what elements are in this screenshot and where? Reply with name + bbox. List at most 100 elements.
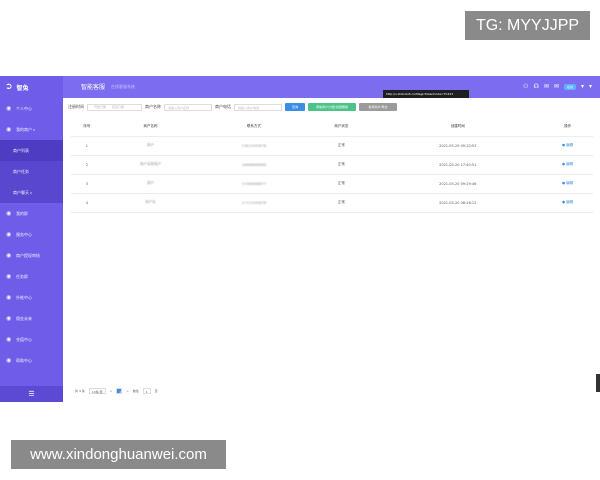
cell-no: 1	[71, 136, 103, 156]
table-header: 序号 商户名称 联系方式 商户状态 创建时间 操作	[71, 117, 593, 137]
phone-label: 商户电话	[215, 104, 231, 109]
export-button[interactable]: 新增商户/导出	[359, 103, 397, 111]
date-end: 结束日期	[112, 105, 125, 109]
batch-action-button[interactable]: 添加商户/分配/批量删除	[308, 103, 356, 111]
date-start: 开始日期	[94, 105, 107, 109]
status-badge[interactable]: 在线	[563, 83, 576, 90]
sidebar-item[interactable]: ◉ 帮助中心	[0, 350, 63, 371]
page-size-select[interactable]: 10条/页	[88, 388, 106, 394]
sidebar-item-label: 商户列表	[13, 147, 29, 153]
url-tooltip: http://s.zhikutu5.cn/MagicTokenCode=7C41…	[383, 90, 469, 98]
sidebar-item[interactable]: ◉ 我的群	[0, 203, 63, 224]
cell-contact: 13812345678	[198, 136, 310, 156]
cell-contact: 18888888888	[198, 155, 310, 175]
top-bar: 智能客服 在线客服系统 ⚇ ☊ ✉ ✉ 在线 ▾ ▾	[63, 76, 600, 98]
name-input[interactable]: 请输入商户名称	[164, 103, 212, 111]
total-count: 共 4 条	[75, 389, 85, 393]
sidebar-item[interactable]: ◉ 我的商户 0	[0, 119, 63, 140]
user-icon[interactable]: ⚇	[523, 83, 528, 90]
cell-time: 2021-05-20 08:26:12	[373, 193, 543, 213]
cell-name: 商户名	[102, 193, 199, 213]
cell-op[interactable]: ● 编辑	[542, 193, 593, 213]
cell-name: 商户名称商户	[102, 155, 199, 175]
column-header: 商户状态	[309, 117, 374, 137]
sidebar-item[interactable]: ◉ 外推中心	[0, 287, 63, 308]
date-range-picker[interactable]: 开始日期 结束日期	[87, 103, 142, 111]
cell-name: 商户	[102, 174, 199, 194]
logo[interactable]: ➲ 智兔	[0, 76, 63, 98]
cell-status: 正常	[309, 193, 374, 213]
sidebar-item-label: 商户任务	[13, 168, 29, 174]
cell-name: 商户	[102, 136, 199, 156]
filter-bar: 注册时间 开始日期 结束日期 商户名称 请输入商户名称 商户电话 请输入商户电话…	[68, 102, 397, 112]
cell-contact: 17712345678	[198, 193, 310, 213]
chat-icon[interactable]: ✉	[544, 83, 549, 90]
topbar-icons: ⚇ ☊ ✉ ✉ 在线 ▾ ▾	[523, 83, 592, 90]
pagination: 共 4 条 10条/页 < 1 > 前往 1 页	[75, 388, 158, 394]
table-row: 2 商户名称商户 18888888888 正常 2021-05-20 17:40:51 ●…	[71, 155, 593, 175]
goto-label: 前往	[132, 389, 139, 393]
money-icon: ◉	[6, 315, 12, 322]
current-page[interactable]: 1	[116, 388, 123, 394]
cell-op[interactable]: ● 编辑	[542, 174, 593, 194]
sidebar-item[interactable]: ◉ 服务中心	[0, 224, 63, 245]
chevron-down-icon[interactable]: ▾	[581, 83, 584, 90]
column-header: 创建时间	[373, 117, 543, 137]
collapse-menu-icon[interactable]: ☰	[0, 386, 63, 402]
sidebar-item[interactable]: ◉ 佣金未来	[0, 308, 63, 329]
column-header: 操作	[542, 117, 593, 137]
share-icon: ◉	[6, 294, 12, 301]
telegram-watermark: TG: MYYJJPP	[465, 11, 590, 40]
table-row: 4 商户名 17712345678 正常 2021-05-20 08:26:12 ● 编辑	[71, 193, 593, 213]
mail-icon[interactable]: ✉	[554, 83, 559, 90]
cell-no: 4	[71, 193, 103, 213]
phone-input[interactable]: 请输入商户电话	[234, 103, 282, 111]
site-watermark: www.xindonghuanwei.com	[11, 440, 226, 469]
sidebar-item-label: 佣金未来	[16, 315, 32, 321]
cell-no: 3	[71, 174, 103, 194]
task-icon: ◉	[6, 273, 12, 280]
sidebar-item-label: 帮助中心	[16, 357, 32, 363]
sidebar-item-label: 服务中心	[16, 231, 32, 237]
sidebar-item-label: 个人中心	[16, 105, 32, 111]
sidebar-item[interactable]: ◉ 商户提现审核	[0, 245, 63, 266]
headset-icon[interactable]: ☊	[534, 83, 539, 90]
more-icon[interactable]: ▾	[589, 83, 592, 90]
column-header: 商户名称	[102, 117, 199, 137]
sidebar-item[interactable]: 商户任务	[0, 161, 63, 182]
next-page-button[interactable]: >	[126, 389, 129, 393]
sidebar-item[interactable]: ◉ 充值中心	[0, 329, 63, 350]
cell-status: 正常	[309, 136, 374, 156]
send-icon: ◉	[6, 231, 12, 238]
app-window: ➲ 智兔 ◉ 个人中心 ◉ 我的商户 0 商户列表 商户任务 商户聊天 0 ◉ 我的群 ◉ 服务中心 ◉ 商…	[0, 76, 600, 402]
page-subtitle: 在线客服系统	[111, 84, 135, 89]
sidebar-item-label: 我的商户	[16, 126, 32, 132]
help-icon: ◉	[6, 357, 12, 364]
cell-status: 正常	[309, 174, 374, 194]
date-label: 注册时间	[68, 104, 84, 109]
sidebar: ➲ 智兔 ◉ 个人中心 ◉ 我的商户 0 商户列表 商户任务 商户聊天 0 ◉ 我的群 ◉ 服务中心 ◉ 商…	[0, 76, 63, 402]
sidebar-item[interactable]: ◉ 任务群	[0, 266, 63, 287]
prev-page-button[interactable]: <	[110, 389, 113, 393]
sidebar-item[interactable]: ◉ 个人中心	[0, 98, 63, 119]
sidebar-item-label: 我的群	[16, 210, 28, 216]
cell-op[interactable]: ● 编辑	[542, 155, 593, 175]
phone-icon: ◉	[6, 336, 12, 343]
sidebar-item-label: 充值中心	[16, 336, 32, 342]
sidebar-item[interactable]: 商户列表	[0, 140, 63, 161]
name-label: 商户名称	[145, 104, 161, 109]
cell-op[interactable]: ● 编辑	[542, 136, 593, 156]
scrollbar-handle[interactable]	[596, 374, 600, 392]
sidebar-nav: ◉ 个人中心 ◉ 我的商户 0 商户列表 商户任务 商户聊天 0 ◉ 我的群 ◉ 服务中心 ◉ 商户提现审核…	[0, 98, 63, 371]
table-body: 1 商户 13812345678 正常 2021-05-29 09:20:53 ● 编辑 2…	[71, 136, 593, 213]
sidebar-item-label: 商户聊天	[13, 189, 29, 195]
search-button[interactable]: 查询	[285, 103, 305, 111]
unread-badge: 0	[33, 127, 35, 132]
info-icon: ◉	[6, 252, 12, 259]
sidebar-item[interactable]: 商户聊天 0	[0, 182, 63, 203]
column-header: 联系方式	[198, 117, 310, 137]
goto-page-input[interactable]: 1	[142, 388, 151, 394]
sidebar-item-label: 商户提现审核	[16, 252, 40, 258]
merchant-table: 序号 商户名称 联系方式 商户状态 创建时间 操作 1 商户 13812345678 正常 202…	[71, 117, 593, 213]
column-header: 序号	[71, 117, 103, 137]
